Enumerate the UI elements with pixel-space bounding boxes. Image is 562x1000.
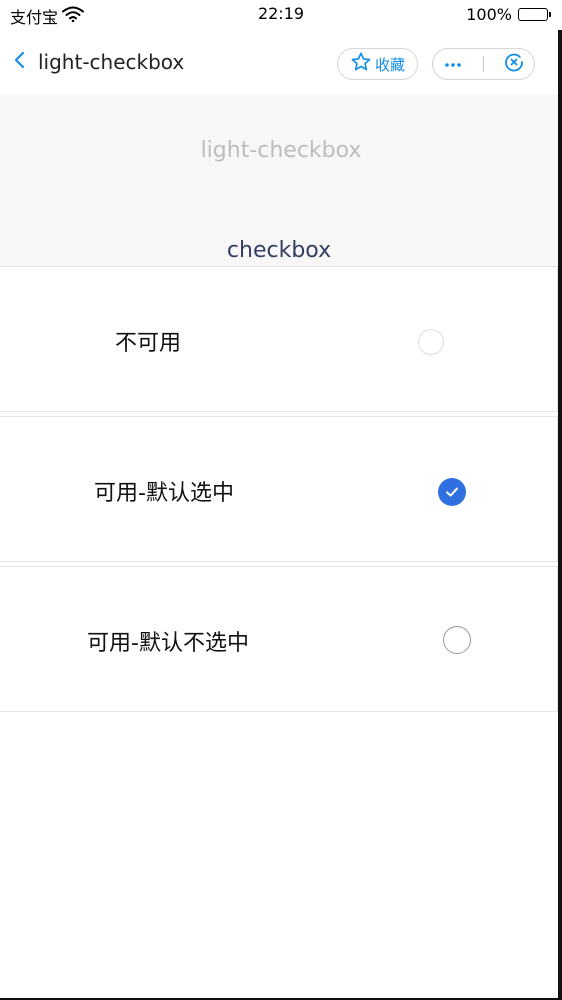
capsule-divider: [482, 56, 484, 72]
list-item-checked: 可用-默认选中: [0, 416, 558, 562]
list-item-disabled: 不可用: [0, 266, 558, 412]
nav-title: light-checkbox: [38, 50, 185, 74]
checkbox-label-unchecked: 可用-默认不选中: [87, 631, 249, 656]
favorite-label: 收藏: [374, 55, 405, 74]
checkmark-icon: [446, 487, 458, 497]
status-bar: 支付宝 22:19 100%: [0, 0, 562, 30]
section-label: checkbox: [226, 238, 332, 263]
checkbox-label-disabled: 不可用: [115, 331, 182, 356]
page-heading: light-checkbox: [200, 138, 362, 163]
battery-percent: 100%: [466, 5, 512, 24]
back-chevron-icon: [12, 48, 28, 76]
checkbox-list: 不可用 可用-默认选中 可用-默认不选中: [0, 266, 558, 712]
checkbox-checked[interactable]: [438, 478, 466, 506]
back-button[interactable]: light-checkbox: [12, 48, 184, 76]
checkbox-unchecked[interactable]: [443, 626, 471, 654]
status-right: 100%: [466, 5, 551, 24]
page-header: light-checkbox checkbox: [0, 94, 562, 266]
close-mini-program-icon[interactable]: [503, 51, 525, 77]
list-item-unchecked: 可用-默认不选中: [0, 566, 558, 712]
battery-icon: [518, 8, 551, 21]
frame-edge-right: [558, 30, 562, 1000]
mini-program-capsule: [432, 48, 535, 80]
star-icon: [350, 51, 372, 77]
nav-bar: light-checkbox 收藏: [0, 30, 562, 94]
checkbox-label-checked: 可用-默认选中: [94, 481, 234, 506]
checkbox-disabled: [418, 329, 444, 355]
favorite-button[interactable]: 收藏: [337, 48, 418, 80]
more-icon[interactable]: [442, 55, 464, 74]
